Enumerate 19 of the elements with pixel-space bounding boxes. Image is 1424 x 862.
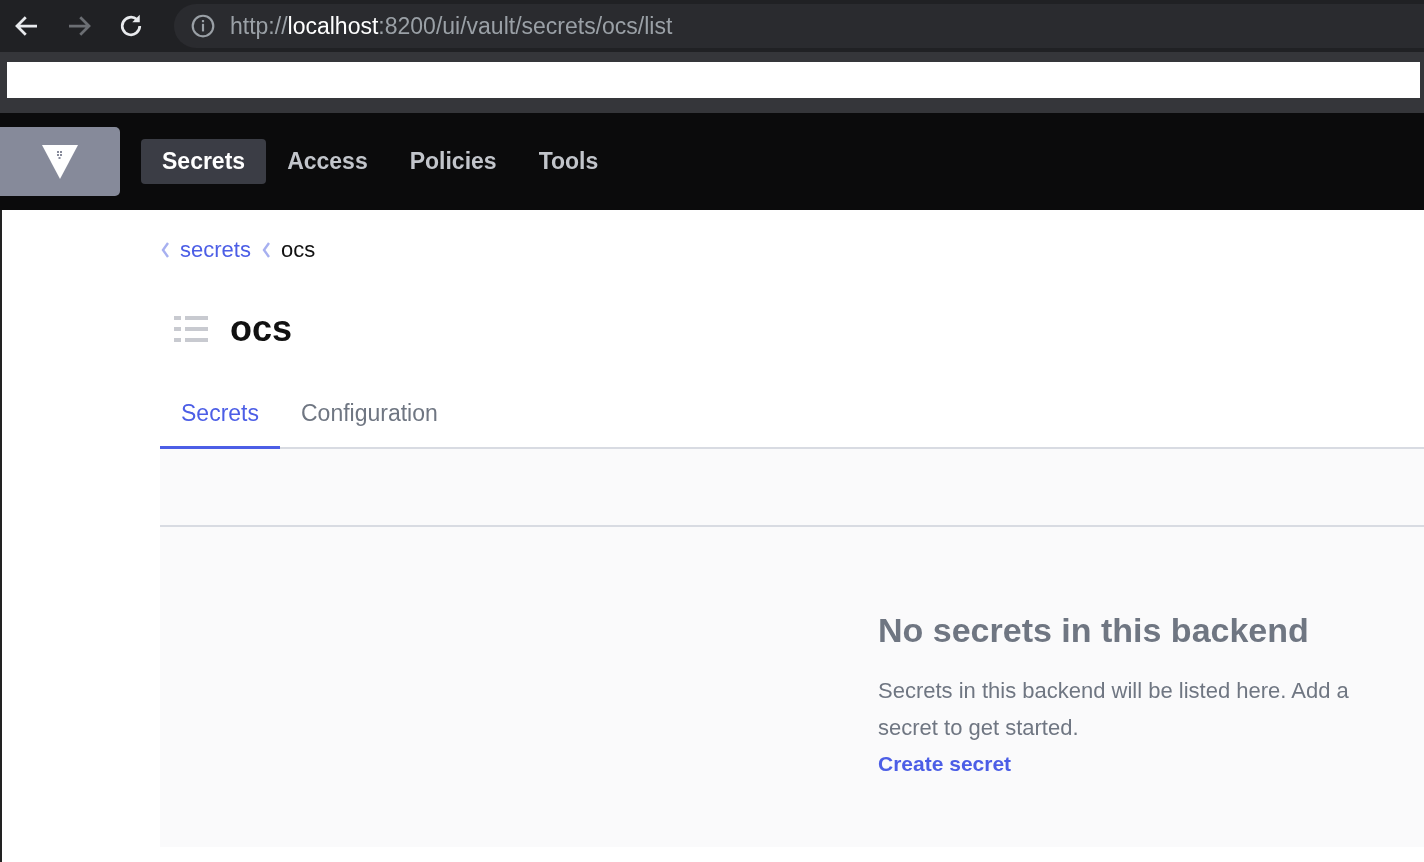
empty-state-title: No secrets in this backend — [878, 611, 1310, 650]
info-icon[interactable] — [190, 13, 216, 39]
tab[interactable]: Configuration — [280, 388, 459, 449]
nav-tab[interactable]: Tools — [517, 139, 620, 184]
nav-tab[interactable]: Policies — [388, 139, 518, 184]
chevron-left-icon — [160, 241, 170, 259]
triangle-logo-icon — [42, 144, 78, 179]
empty-state-message: Secrets in this backend will be listed here. Add a secret to get started. — [878, 677, 1350, 742]
breadcrumb-link[interactable]: secrets — [180, 237, 251, 263]
create-secret-link[interactable]: Create secret — [878, 752, 1012, 776]
list-icon — [174, 316, 208, 342]
logo-tile[interactable] — [0, 127, 120, 196]
url-text: http://localhost:8200/ui/vault/secrets/ocs/list — [230, 12, 673, 40]
address-bar[interactable]: http://localhost:8200/ui/vault/secrets/ocs/list — [174, 4, 1424, 48]
breadcrumb-current: ocs — [280, 237, 316, 263]
page-title: ocs — [230, 308, 293, 350]
nav-tab[interactable]: Secrets — [141, 139, 267, 184]
chevron-left-icon — [260, 241, 271, 259]
nav-tab[interactable]: Access — [266, 139, 389, 184]
